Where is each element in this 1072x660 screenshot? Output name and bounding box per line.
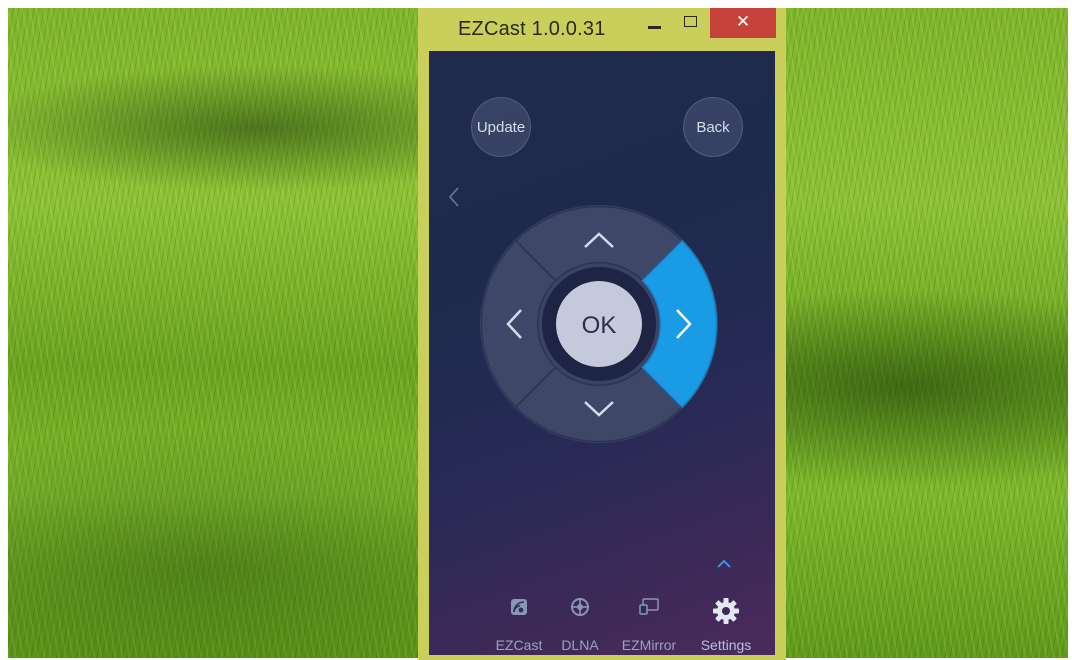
maximize-icon [684, 16, 697, 27]
title-bar[interactable]: EZCast 1.0.0.31 ✕ [418, 8, 786, 50]
minimize-icon [648, 26, 661, 29]
close-button[interactable]: ✕ [710, 8, 776, 38]
bottom-nav: EZCast DLNA EZMirror Settings [429, 559, 775, 655]
collapse-chevron-icon[interactable] [447, 185, 461, 209]
remote-control-panel: Update Back OK EZCast DLNA EZMirror Sett… [429, 51, 775, 655]
active-indicator-icon [717, 559, 731, 568]
ok-label: OK [582, 312, 617, 339]
nav-label-settings: Settings [700, 637, 752, 653]
back-button[interactable]: Back [683, 97, 743, 157]
dlna-icon [571, 598, 589, 616]
update-button[interactable]: Update [471, 97, 531, 157]
nav-label-dlna: DLNA [561, 637, 599, 653]
ezmirror-icon [639, 598, 659, 615]
gear-icon [713, 598, 739, 624]
nav-item-dlna[interactable]: DLNA [540, 579, 620, 655]
maximize-button[interactable] [674, 8, 706, 38]
nav-item-settings[interactable]: Settings [686, 579, 766, 655]
minimize-button[interactable] [640, 8, 670, 38]
window-title: EZCast 1.0.0.31 [458, 18, 606, 40]
ezcast-icon [511, 599, 527, 615]
nav-item-ezmirror[interactable]: EZMirror [613, 579, 685, 655]
app-window: EZCast 1.0.0.31 ✕ Update Back OK EZCast … [418, 8, 786, 660]
direction-pad: OK [480, 205, 718, 443]
close-icon: ✕ [735, 12, 751, 31]
nav-label-ezmirror: EZMirror [621, 637, 677, 653]
